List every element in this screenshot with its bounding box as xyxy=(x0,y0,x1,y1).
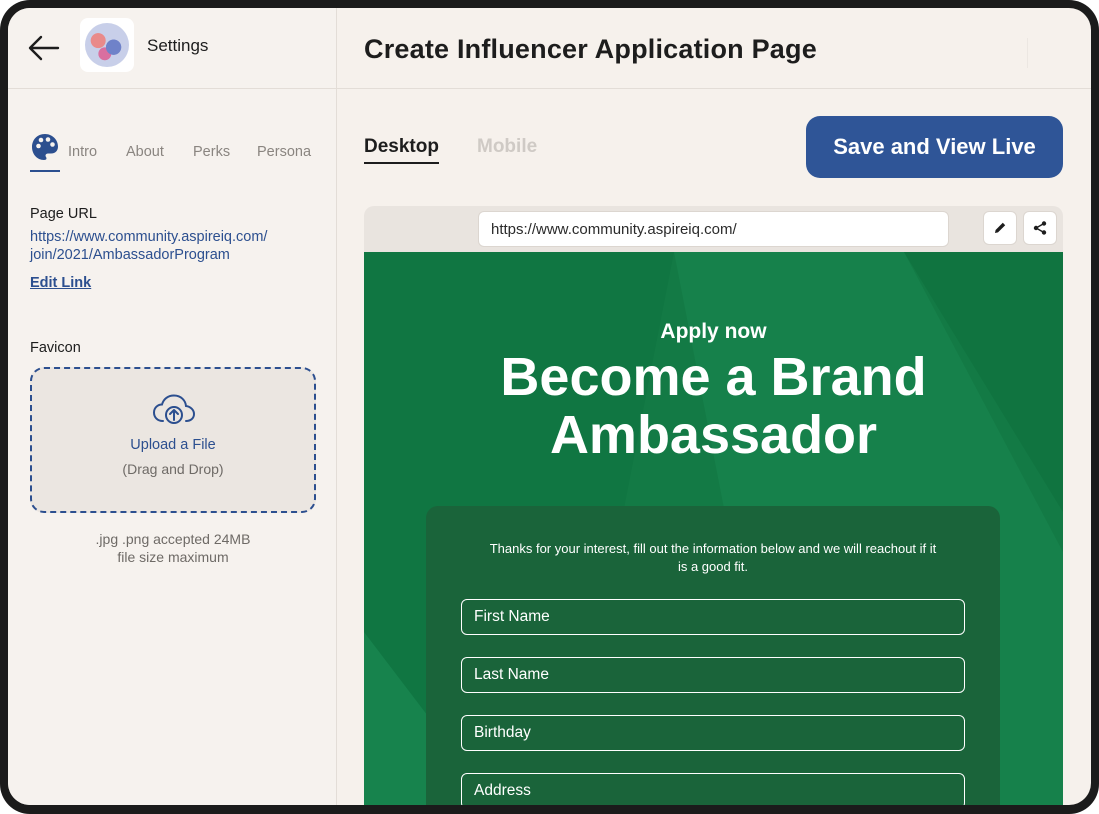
tab-persona[interactable]: Persona xyxy=(257,144,311,160)
main-header: Create Influencer Application Page xyxy=(337,8,1091,89)
tab-desktop[interactable]: Desktop xyxy=(364,136,439,164)
hero-headline: Become a Brand Ambassador xyxy=(364,348,1063,464)
edit-link-button[interactable]: Edit Link xyxy=(30,275,91,291)
address-field[interactable] xyxy=(461,773,965,805)
tab-theme[interactable] xyxy=(30,132,60,172)
upload-requirements: .jpg .png accepted 24MB file size maximu… xyxy=(30,530,316,566)
page-url-line1: https://www.community.aspireiq.com/ xyxy=(30,229,268,245)
page-url-label: Page URL xyxy=(30,206,97,222)
main-panel: Create Influencer Application Page Deskt… xyxy=(337,8,1091,805)
apply-now-label: Apply now xyxy=(660,320,767,343)
edit-url-button[interactable] xyxy=(983,211,1017,245)
form-intro-text: Thanks for your interest, fill out the i… xyxy=(489,541,937,574)
settings-sidebar: Settings Intro About Perks Persona Page … xyxy=(8,8,337,805)
upload-note-line2: file size maximum xyxy=(117,549,229,565)
tab-mobile[interactable]: Mobile xyxy=(477,136,537,158)
device-frame: Settings Intro About Perks Persona Page … xyxy=(0,0,1099,814)
application-form: Thanks for your interest, fill out the i… xyxy=(426,506,1000,805)
share-button[interactable] xyxy=(1023,211,1057,245)
active-tab-indicator xyxy=(30,170,60,172)
save-and-view-live-button[interactable]: Save and View Live xyxy=(806,116,1063,178)
cloud-upload-icon xyxy=(152,394,196,424)
favicon-label: Favicon xyxy=(30,340,81,356)
sidebar-header: Settings xyxy=(8,8,336,89)
page-url-line2: join/2021/AmbassadorProgram xyxy=(30,247,230,263)
last-name-field[interactable] xyxy=(461,657,965,693)
browser-toolbar xyxy=(364,206,1063,252)
first-name-field[interactable] xyxy=(461,599,965,635)
app-screen: Settings Intro About Perks Persona Page … xyxy=(8,8,1091,805)
browser-preview: Apply now Become a Brand Ambassador Than… xyxy=(364,206,1063,805)
favicon-dropzone[interactable]: Upload a File (Drag and Drop) xyxy=(30,367,316,513)
tab-intro[interactable]: Intro xyxy=(68,144,97,160)
sidebar-tabs: Intro About Perks Persona xyxy=(30,132,330,172)
upload-note-line1: .jpg .png accepted 24MB xyxy=(95,531,251,547)
tab-about[interactable]: About xyxy=(126,144,164,160)
application-page-canvas: Apply now Become a Brand Ambassador Than… xyxy=(364,252,1063,805)
page-title: Create Influencer Application Page xyxy=(364,34,817,64)
upload-title: Upload a File xyxy=(130,437,216,453)
back-button[interactable] xyxy=(26,32,62,64)
pencil-icon xyxy=(995,222,1006,233)
birthday-field[interactable] xyxy=(461,715,965,751)
palette-icon xyxy=(32,134,58,160)
upload-subtitle: (Drag and Drop) xyxy=(122,461,224,477)
back-arrow-icon xyxy=(28,35,60,61)
tab-perks[interactable]: Perks xyxy=(193,144,230,160)
preview-url-input[interactable] xyxy=(478,211,949,247)
sidebar-title: Settings xyxy=(147,36,209,55)
hero-line1: Become a Brand xyxy=(500,347,927,407)
brand-avatar[interactable] xyxy=(80,18,134,72)
share-icon xyxy=(1033,221,1047,235)
hero-line2: Ambassador xyxy=(549,405,878,465)
avatar-image xyxy=(85,23,129,67)
header-divider xyxy=(1027,38,1028,68)
